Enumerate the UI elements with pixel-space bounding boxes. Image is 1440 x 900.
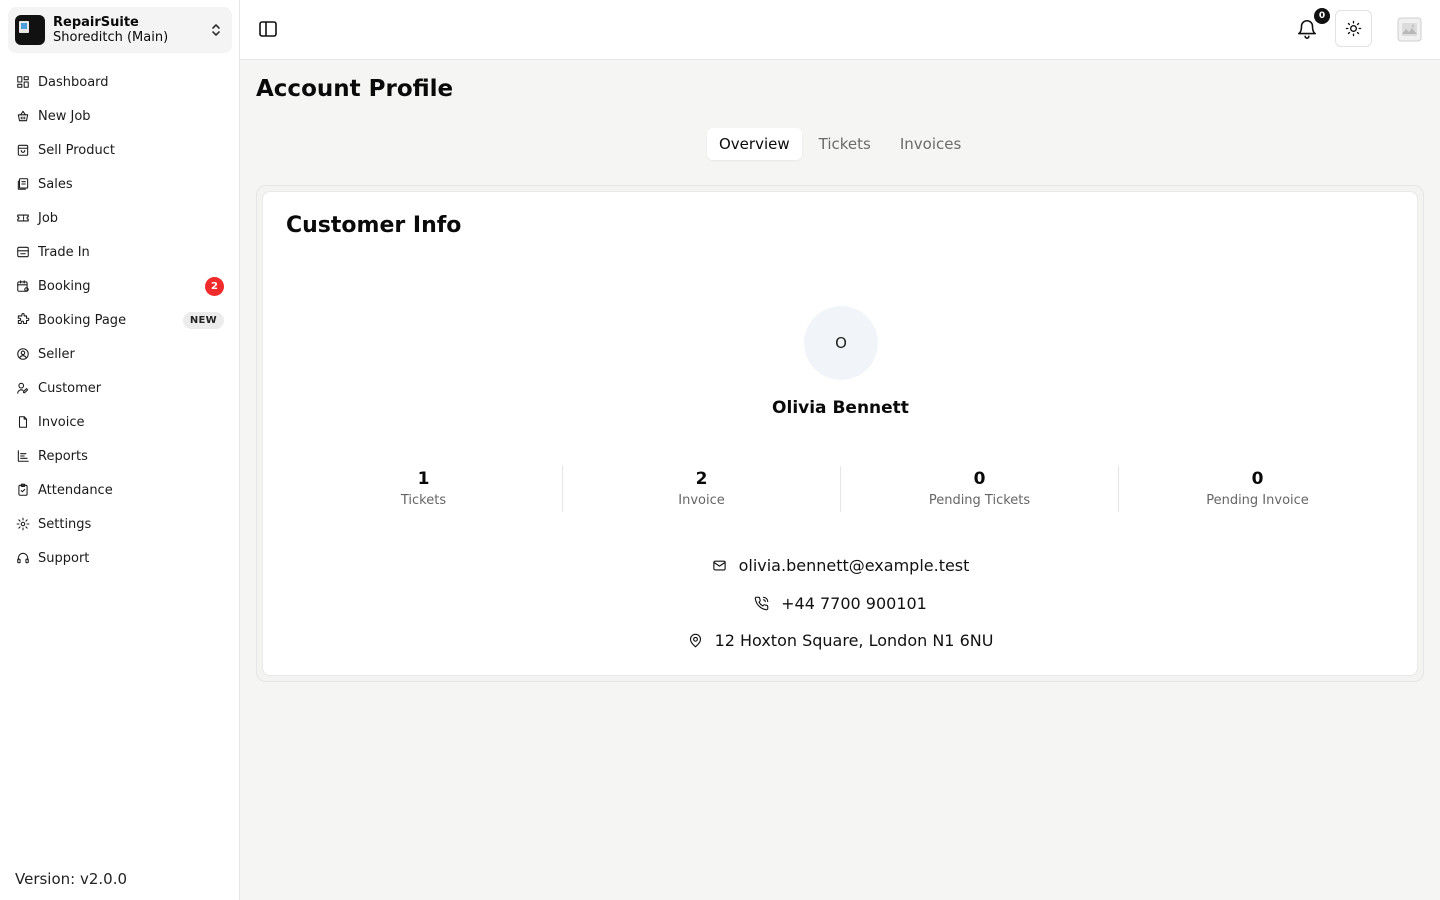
notification-count-badge: 0 <box>1314 8 1330 24</box>
stat-pending-tickets: 0 Pending Tickets <box>841 466 1119 512</box>
sidebar-item-label: Settings <box>38 516 92 532</box>
sales-icon <box>17 178 29 190</box>
clipboard-icon <box>18 483 28 496</box>
calendar-icon <box>17 280 29 292</box>
sidebar: RepairSuite Shoreditch (Main) Dashboard … <box>0 0 240 900</box>
sidebar-item-label: Attendance <box>38 482 113 498</box>
new-job-icon <box>17 110 29 122</box>
customer-phone: +44 7700 900101 <box>781 594 927 613</box>
sidebar-item-customer[interactable]: Customer <box>8 371 232 405</box>
org-name: RepairSuite <box>53 15 139 30</box>
stat-invoice: 2 Invoice <box>563 466 841 512</box>
stat-label: Pending Invoice <box>1206 493 1309 508</box>
top-bar: 0 <box>240 0 1440 60</box>
org-switcher[interactable]: RepairSuite Shoreditch (Main) <box>8 7 232 53</box>
stat-value: 0 <box>973 469 986 489</box>
sidebar-item-sales[interactable]: Sales <box>8 167 232 201</box>
customer-email: olivia.bennett@example.test <box>738 556 970 575</box>
file-icon <box>18 416 28 428</box>
tab-overview[interactable]: Overview <box>707 128 802 160</box>
gear-icon <box>16 517 30 531</box>
customer-info-panel: Customer Info O Olivia Bennett 1 Tickets… <box>256 185 1424 682</box>
sidebar-item-label: Job <box>38 210 59 226</box>
customer-phone-row: +44 7700 900101 <box>263 594 1418 613</box>
card-title: Customer Info <box>286 213 462 238</box>
sidebar-item-settings[interactable]: Settings <box>8 507 232 541</box>
sidebar-item-label: New Job <box>38 108 91 124</box>
sidebar-item-support[interactable]: Support <box>8 541 232 575</box>
sidebar-item-job[interactable]: Job <box>8 201 232 235</box>
page-title: Account Profile <box>256 76 454 102</box>
puzzle-icon <box>17 313 30 325</box>
new-badge: NEW <box>182 311 224 329</box>
sidebar-item-reports[interactable]: Reports <box>8 439 232 473</box>
stat-label: Tickets <box>400 493 447 508</box>
map-pin-icon <box>689 633 701 648</box>
sidebar-item-label: Sell Product <box>38 142 115 158</box>
sidebar-item-dashboard[interactable]: Dashboard <box>8 65 232 99</box>
booking-count-badge: 2 <box>205 276 224 296</box>
tab-tickets[interactable]: Tickets <box>807 128 883 160</box>
stat-value: 1 <box>417 469 430 489</box>
sidebar-item-trade-in[interactable]: Trade In <box>8 235 232 269</box>
shopping-bag-icon <box>17 144 29 156</box>
user-pen-icon <box>17 382 29 394</box>
sidebar-item-label: Invoice <box>38 414 85 430</box>
stat-tickets: 1 Tickets <box>285 466 563 512</box>
sidebar-item-label: Trade In <box>38 244 90 260</box>
customer-info-card: Customer Info O Olivia Bennett 1 Tickets… <box>262 191 1418 676</box>
tab-invoices[interactable]: Invoices <box>888 128 973 160</box>
stat-pending-invoice: 0 Pending Invoice <box>1119 466 1396 512</box>
sidebar-item-label: Booking <box>38 278 91 294</box>
ticket-icon <box>17 214 29 222</box>
sidebar-item-seller[interactable]: Seller <box>8 337 232 371</box>
user-avatar-icon[interactable] <box>1397 17 1422 42</box>
sidebar-item-sell-product[interactable]: Sell Product <box>8 133 232 167</box>
sidebar-item-label: Support <box>38 550 90 566</box>
customer-avatar: O <box>804 306 878 380</box>
customer-address-row: 12 Hoxton Square, London N1 6NU <box>263 631 1418 650</box>
user-circle-icon <box>17 348 29 360</box>
sidebar-item-label: Sales <box>38 176 73 192</box>
app-version: Version: v2.0.0 <box>15 870 128 888</box>
sidebar-item-label: Dashboard <box>38 74 109 90</box>
sidebar-item-label: Customer <box>38 380 102 396</box>
sidebar-item-new-job[interactable]: New Job <box>8 99 232 133</box>
phone-icon <box>754 596 769 611</box>
chart-icon <box>17 450 29 462</box>
trade-in-icon <box>17 246 29 258</box>
dashboard-icon <box>17 76 29 88</box>
org-branch: Shoreditch (Main) <box>53 30 169 45</box>
customer-address: 12 Hoxton Square, London N1 6NU <box>714 631 994 650</box>
stat-value: 2 <box>695 469 708 489</box>
profile-tabs: Overview Tickets Invoices <box>704 125 982 163</box>
sidebar-item-booking-page[interactable]: Booking Page NEW <box>8 303 232 337</box>
stat-value: 0 <box>1251 469 1264 489</box>
mail-icon <box>712 560 726 571</box>
customer-name: Olivia Bennett <box>772 398 909 418</box>
customer-stats: 1 Tickets 2 Invoice 0 Pending Tickets 0 … <box>285 466 1396 512</box>
stat-label: Pending Tickets <box>928 493 1031 508</box>
headset-icon <box>17 552 29 564</box>
bell-icon[interactable] <box>1296 18 1318 40</box>
sun-icon <box>1345 20 1362 37</box>
main-content: Account Profile Overview Tickets Invoice… <box>240 60 1440 900</box>
theme-toggle-button[interactable] <box>1335 10 1372 47</box>
sidebar-item-attendance[interactable]: Attendance <box>8 473 232 507</box>
sidebar-item-label: Booking Page <box>38 312 127 328</box>
sidebar-item-label: Reports <box>38 448 88 464</box>
sidebar-item-invoice[interactable]: Invoice <box>8 405 232 439</box>
customer-email-row: olivia.bennett@example.test <box>263 556 1418 575</box>
sidebar-toggle-icon[interactable] <box>258 19 278 39</box>
org-logo <box>15 15 45 45</box>
sidebar-item-label: Seller <box>38 346 75 362</box>
sidebar-nav: Dashboard New Job Sell Product Sales Job… <box>8 65 232 575</box>
chevron-up-down-icon <box>212 24 220 36</box>
stat-label: Invoice <box>678 493 725 508</box>
sidebar-item-booking[interactable]: Booking 2 <box>8 269 232 303</box>
